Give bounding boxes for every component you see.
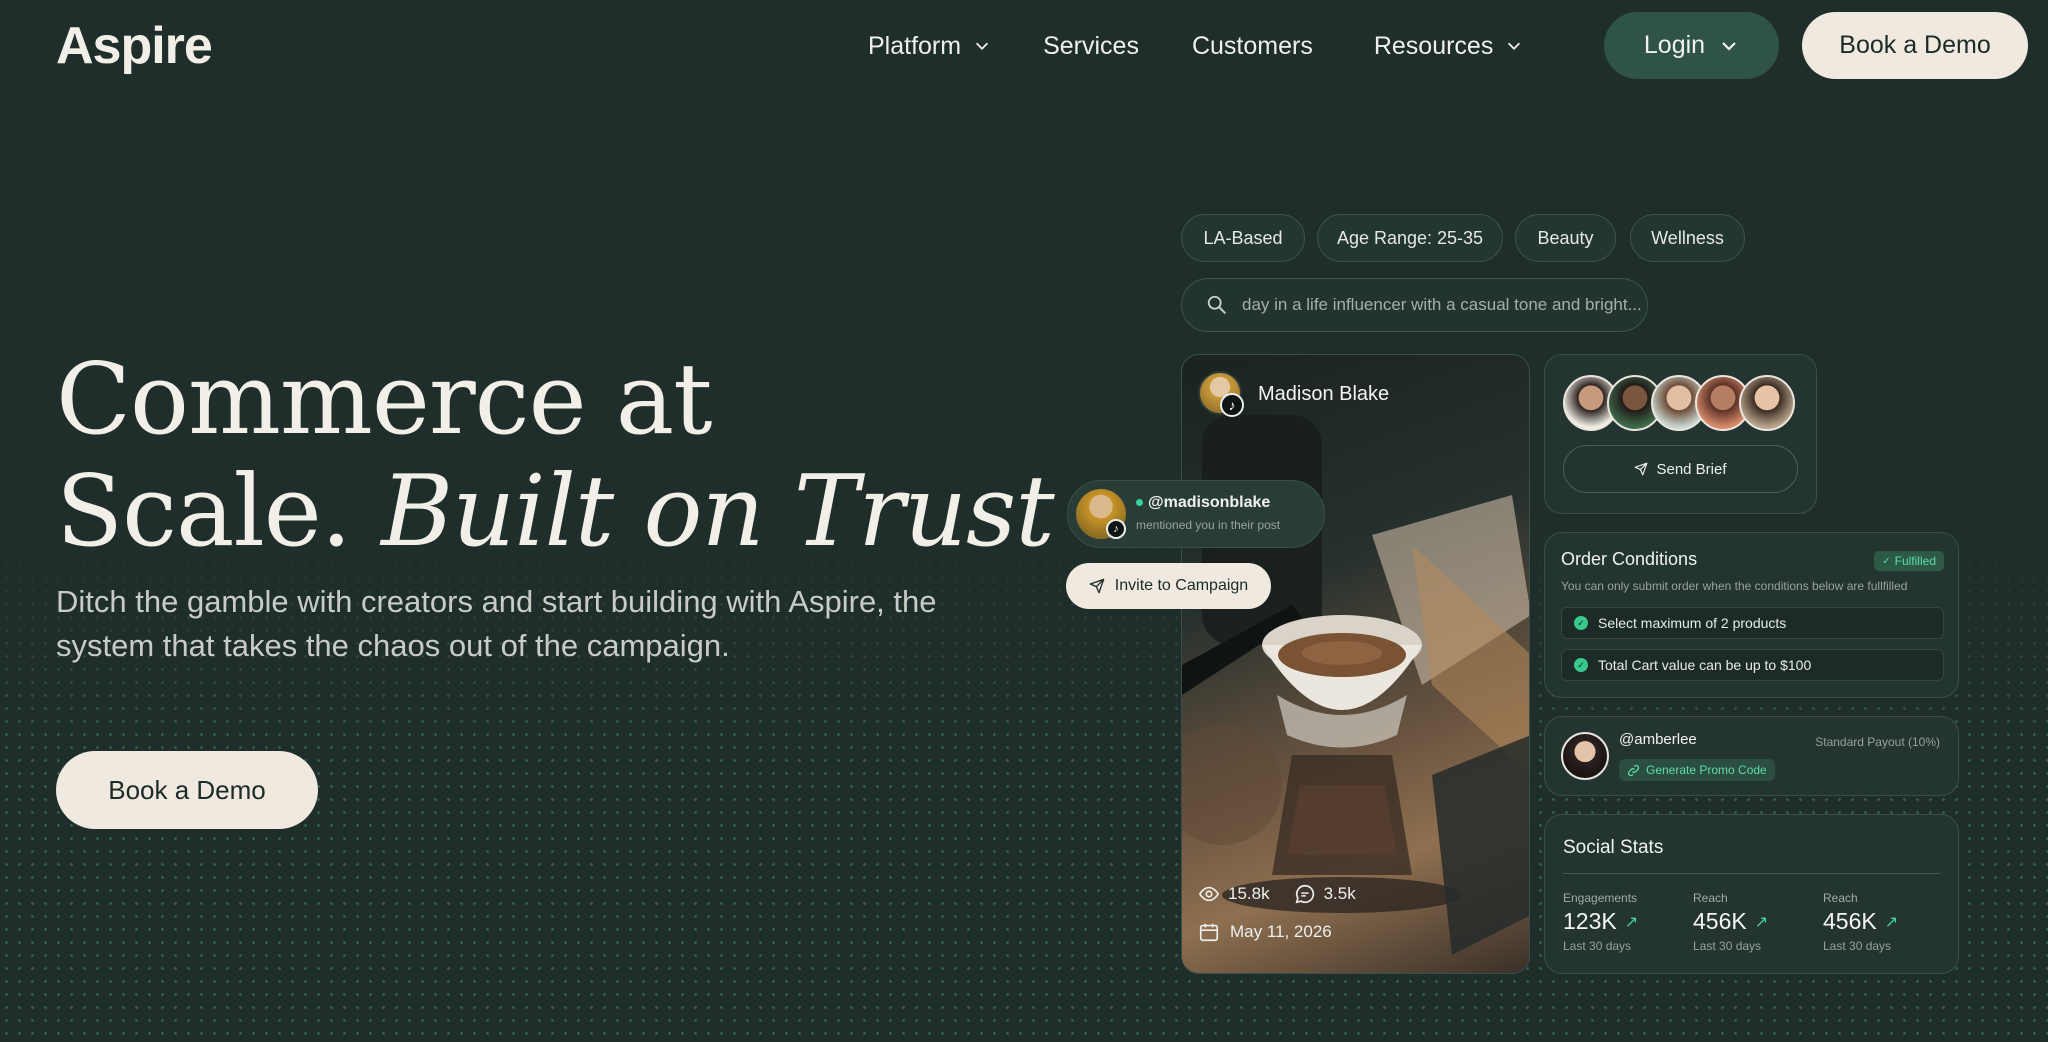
hero-title-line1: Commerce at (56, 343, 713, 457)
nav-item-platform[interactable]: Platform (868, 28, 991, 64)
stat-value: 123K ↗ (1563, 908, 1638, 935)
nav-label-services: Services (1043, 31, 1139, 60)
send-brief-button[interactable]: Send Brief (1563, 445, 1798, 493)
send-brief-label: Send Brief (1656, 460, 1727, 478)
coffee-pour-over-photo (1182, 415, 1529, 955)
fulfilled-badge: ✓ Fulfilled (1874, 551, 1944, 571)
mention-subtext: mentioned you in their post (1136, 518, 1281, 532)
filter-chip-la-based[interactable]: LA-Based (1181, 214, 1305, 262)
creator-avatar-group (1563, 375, 1795, 431)
nav-label-resources: Resources (1373, 31, 1494, 60)
generate-promo-code-button[interactable]: Generate Promo Code (1619, 759, 1775, 781)
send-brief-card: Send Brief (1544, 354, 1817, 514)
nav-label-platform: Platform (868, 31, 962, 60)
comment-icon (1295, 884, 1314, 904)
social-stats-card: Social Stats Engagements 123K ↗ Last 30 d… (1544, 814, 1959, 974)
comments-stat: 3.5k (1294, 883, 1356, 905)
stat-reach: Reach 456K ↗ Last 30 days (1693, 891, 1768, 953)
hero-subtitle: Ditch the gamble with creators and start… (56, 584, 937, 663)
condition-text: Total Cart value can be up to $100 (1598, 657, 1812, 673)
tiktok-icon: ♪ (1106, 519, 1126, 539)
check-circle-icon: ✓ (1574, 658, 1588, 672)
login-label: Login (1643, 31, 1706, 59)
stat-label: Reach (1823, 891, 1858, 905)
search-text: day in a life influencer with a casual t… (1242, 295, 1642, 314)
stat-label: Engagements (1563, 891, 1638, 905)
hero-title: Commerce at Scale. Built on Trust (56, 343, 1055, 569)
fulfilled-label: Fulfilled (1894, 554, 1936, 568)
stat-value-text: 456K (1823, 908, 1877, 934)
condition-row: ✓ Select maximum of 2 products (1561, 607, 1944, 639)
link-icon (1627, 764, 1640, 776)
hero-title-line2: Scale. Built on Trust (56, 455, 1055, 569)
hero-title-italic: Built on Trust (381, 455, 1055, 569)
book-demo-button-hero[interactable]: Book a Demo (56, 751, 318, 829)
chevron-down-icon (1508, 42, 1521, 50)
filter-chip-wellness[interactable]: Wellness (1630, 214, 1745, 262)
creator-avatar (1561, 732, 1609, 780)
stat-period: Last 30 days (1823, 939, 1892, 953)
views-count: 15.8k (1228, 884, 1270, 903)
aspire-logo[interactable]: Aspire (56, 16, 213, 76)
main-nav: Platform Services Customers Resources (868, 28, 1523, 64)
calendar-icon (1199, 923, 1219, 942)
order-conditions-card: Order Conditions ✓ Fulfilled You can onl… (1544, 532, 1959, 698)
date-text: May 11, 2026 (1230, 922, 1332, 941)
creator-name: Madison Blake (1258, 383, 1390, 405)
tiktok-icon: ♪ (1220, 393, 1244, 417)
nav-item-customers[interactable]: Customers (1192, 28, 1313, 64)
check-circle-icon: ✓ (1882, 555, 1891, 567)
mention-notification[interactable]: ♪ @madisonblake mentioned you in their p… (1067, 480, 1325, 548)
nav-item-services[interactable]: Services (1043, 28, 1139, 64)
condition-text: Select maximum of 2 products (1598, 615, 1787, 631)
payout-label: Standard Payout (10%) (1815, 735, 1940, 749)
stat-period: Last 30 days (1693, 939, 1762, 953)
comments-count: 3.5k (1323, 884, 1356, 903)
send-icon (1089, 578, 1105, 594)
stat-value: 456K ↗ (1823, 908, 1898, 935)
nav-item-resources[interactable]: Resources (1374, 28, 1524, 64)
order-conditions-title: Order Conditions (1561, 549, 1698, 569)
post-stats: 15.8k 3.5k (1198, 883, 1356, 905)
nav-label-customers: Customers (1191, 31, 1313, 60)
creator-search-input[interactable]: day in a life influencer with a casual t… (1181, 278, 1648, 332)
mention-handle-text: @madisonblake (1148, 494, 1271, 511)
online-dot (1136, 499, 1143, 507)
filter-chip-age-range[interactable]: Age Range: 25-35 (1317, 214, 1503, 262)
invite-to-campaign-button[interactable]: Invite to Campaign (1066, 563, 1271, 609)
chevron-down-icon (1722, 41, 1736, 51)
creator-avatar (1739, 375, 1795, 431)
stat-reach: Reach 456K ↗ Last 30 days (1823, 891, 1898, 953)
trend-up-icon: ↗ (1754, 913, 1769, 931)
trend-up-icon: ↗ (1624, 913, 1639, 931)
check-circle-icon: ✓ (1574, 616, 1588, 630)
login-button[interactable]: Login (1604, 12, 1779, 79)
send-icon (1635, 462, 1648, 476)
views-stat: 15.8k (1198, 883, 1270, 905)
order-conditions-description: You can only submit order when the condi… (1561, 579, 1908, 593)
hero-title-plain: Scale. (56, 455, 352, 569)
divider (1563, 873, 1940, 874)
promo-label: Generate Promo Code (1646, 763, 1767, 777)
book-demo-button-header[interactable]: Book a Demo (1802, 12, 2028, 79)
payout-handle: @amberlee (1619, 731, 1697, 748)
creator-payout-card: @amberlee Standard Payout (10%) Generate… (1544, 716, 1959, 796)
condition-row: ✓ Total Cart value can be up to $100 (1561, 649, 1944, 681)
stat-engagements: Engagements 123K ↗ Last 30 days (1563, 891, 1638, 953)
invite-label: Invite to Campaign (1114, 577, 1249, 594)
post-date: May 11, 2026 (1198, 921, 1332, 943)
stat-value-text: 456K (1693, 908, 1747, 934)
filter-chip-beauty[interactable]: Beauty (1515, 214, 1616, 262)
stat-value: 456K ↗ (1693, 908, 1768, 935)
chevron-down-icon (976, 42, 989, 50)
social-stats-title: Social Stats (1563, 837, 1664, 858)
eye-icon (1198, 886, 1220, 902)
trend-up-icon: ↗ (1884, 913, 1899, 931)
stat-period: Last 30 days (1563, 939, 1632, 953)
stat-value-text: 123K (1563, 908, 1617, 934)
mention-handle: @madisonblake (1136, 494, 1270, 512)
creator-post-card[interactable]: ♪ Madison Blake 15.8k 3.5k May 11, 2026 (1181, 354, 1530, 974)
search-icon (1207, 295, 1226, 314)
stat-label: Reach (1693, 891, 1728, 905)
